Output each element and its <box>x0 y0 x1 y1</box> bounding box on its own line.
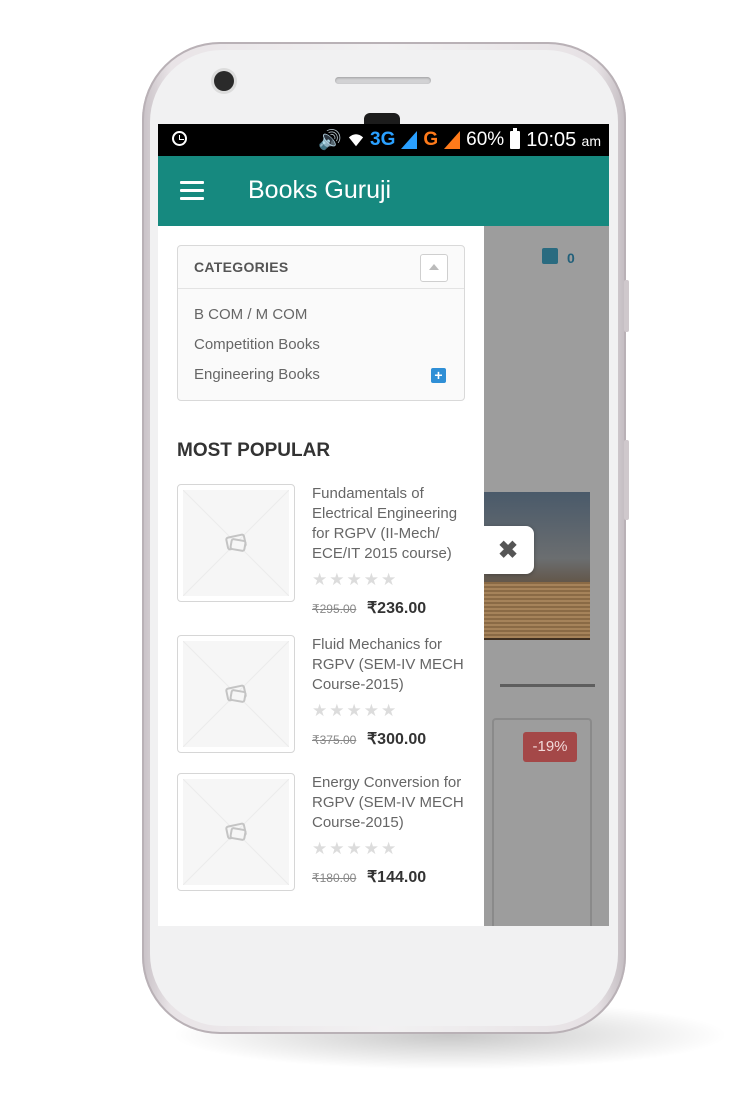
wifi-icon <box>348 134 364 147</box>
close-icon[interactable]: ✖ <box>498 536 518 565</box>
category-item-competition[interactable]: Competition Books <box>194 336 320 353</box>
network-3g-label: 3G <box>370 129 396 150</box>
power-button <box>624 440 629 520</box>
battery-percent: 60% <box>466 129 505 150</box>
categories-panel: CATEGORIES B COM / M COM Competition Boo… <box>177 245 465 401</box>
price: ₹300.00 <box>367 731 427 748</box>
old-price: ₹295.00 <box>312 602 357 616</box>
plus-square-icon[interactable]: + <box>431 368 446 383</box>
category-item-bcom[interactable]: B COM / M COM <box>194 306 307 323</box>
most-popular-heading: MOST POPULAR <box>177 440 331 461</box>
chevron-up-icon[interactable] <box>420 254 448 282</box>
image-placeholder-icon <box>183 641 289 747</box>
hamburger-menu-icon[interactable] <box>180 181 206 201</box>
product-name[interactable]: Fluid Mechanics for RGPV (SEM-IV MECH Co… <box>312 635 472 695</box>
signal-strength-icon <box>444 131 461 149</box>
close-drawer-button[interactable]: ✖ <box>484 526 534 574</box>
app-bar: Books Guruji <box>158 156 609 226</box>
categories-header: CATEGORIES <box>178 246 464 289</box>
rating-stars: ★★★★★ <box>312 839 399 858</box>
navigation-drawer: CATEGORIES B COM / M COM Competition Boo… <box>158 226 484 926</box>
product-name[interactable]: Fundamentals of Electrical Engineering f… <box>312 484 472 564</box>
volume-icon: 🔊 <box>318 130 343 151</box>
list-item[interactable]: Fundamentals of Electrical Engineering f… <box>177 484 467 617</box>
alarm-clock-icon <box>172 131 187 146</box>
list-item[interactable]: Fluid Mechanics for RGPV (SEM-IV MECH Co… <box>177 635 467 757</box>
battery-icon <box>510 128 521 149</box>
price: ₹236.00 <box>367 600 427 617</box>
phone-screen: 🔊 3G G 60% 10:05 am Books Guruji 0 ✖ -19… <box>158 124 609 926</box>
cart-count: 0 <box>567 250 575 266</box>
image-placeholder-icon <box>183 490 289 596</box>
old-price: ₹180.00 <box>312 871 357 885</box>
signal-strength-icon <box>401 131 418 149</box>
product-thumbnail[interactable] <box>177 635 295 753</box>
price: ₹144.00 <box>367 869 427 886</box>
shopping-bag-icon[interactable] <box>542 248 558 264</box>
screen-bottom-bezel <box>158 926 609 956</box>
discount-badge: -19% <box>523 732 577 762</box>
rating-stars: ★★★★★ <box>312 570 399 589</box>
image-placeholder-icon <box>183 779 289 885</box>
product-thumbnail[interactable] <box>177 773 295 891</box>
app-title: Books Guruji <box>248 176 392 204</box>
list-item[interactable]: Energy Conversion for RGPV (SEM-IV MECH … <box>177 773 467 895</box>
earpiece-speaker <box>335 77 431 84</box>
category-item-engineering[interactable]: Engineering Books <box>194 366 320 383</box>
volume-button <box>624 280 629 332</box>
carousel-indicator <box>500 684 595 687</box>
categories-title: CATEGORIES <box>194 259 289 275</box>
banner-book-pages <box>484 582 590 638</box>
status-bar: 🔊 3G G 60% 10:05 am <box>158 124 609 156</box>
front-camera <box>214 71 234 91</box>
old-price: ₹375.00 <box>312 733 357 747</box>
product-name[interactable]: Energy Conversion for RGPV (SEM-IV MECH … <box>312 773 472 833</box>
network-g-label: G <box>423 129 439 150</box>
product-thumbnail[interactable] <box>177 484 295 602</box>
status-time: 10:05 am <box>526 128 601 151</box>
rating-stars: ★★★★★ <box>312 701 399 720</box>
status-indicators: 🔊 3G G 60% 10:05 am <box>318 128 601 152</box>
